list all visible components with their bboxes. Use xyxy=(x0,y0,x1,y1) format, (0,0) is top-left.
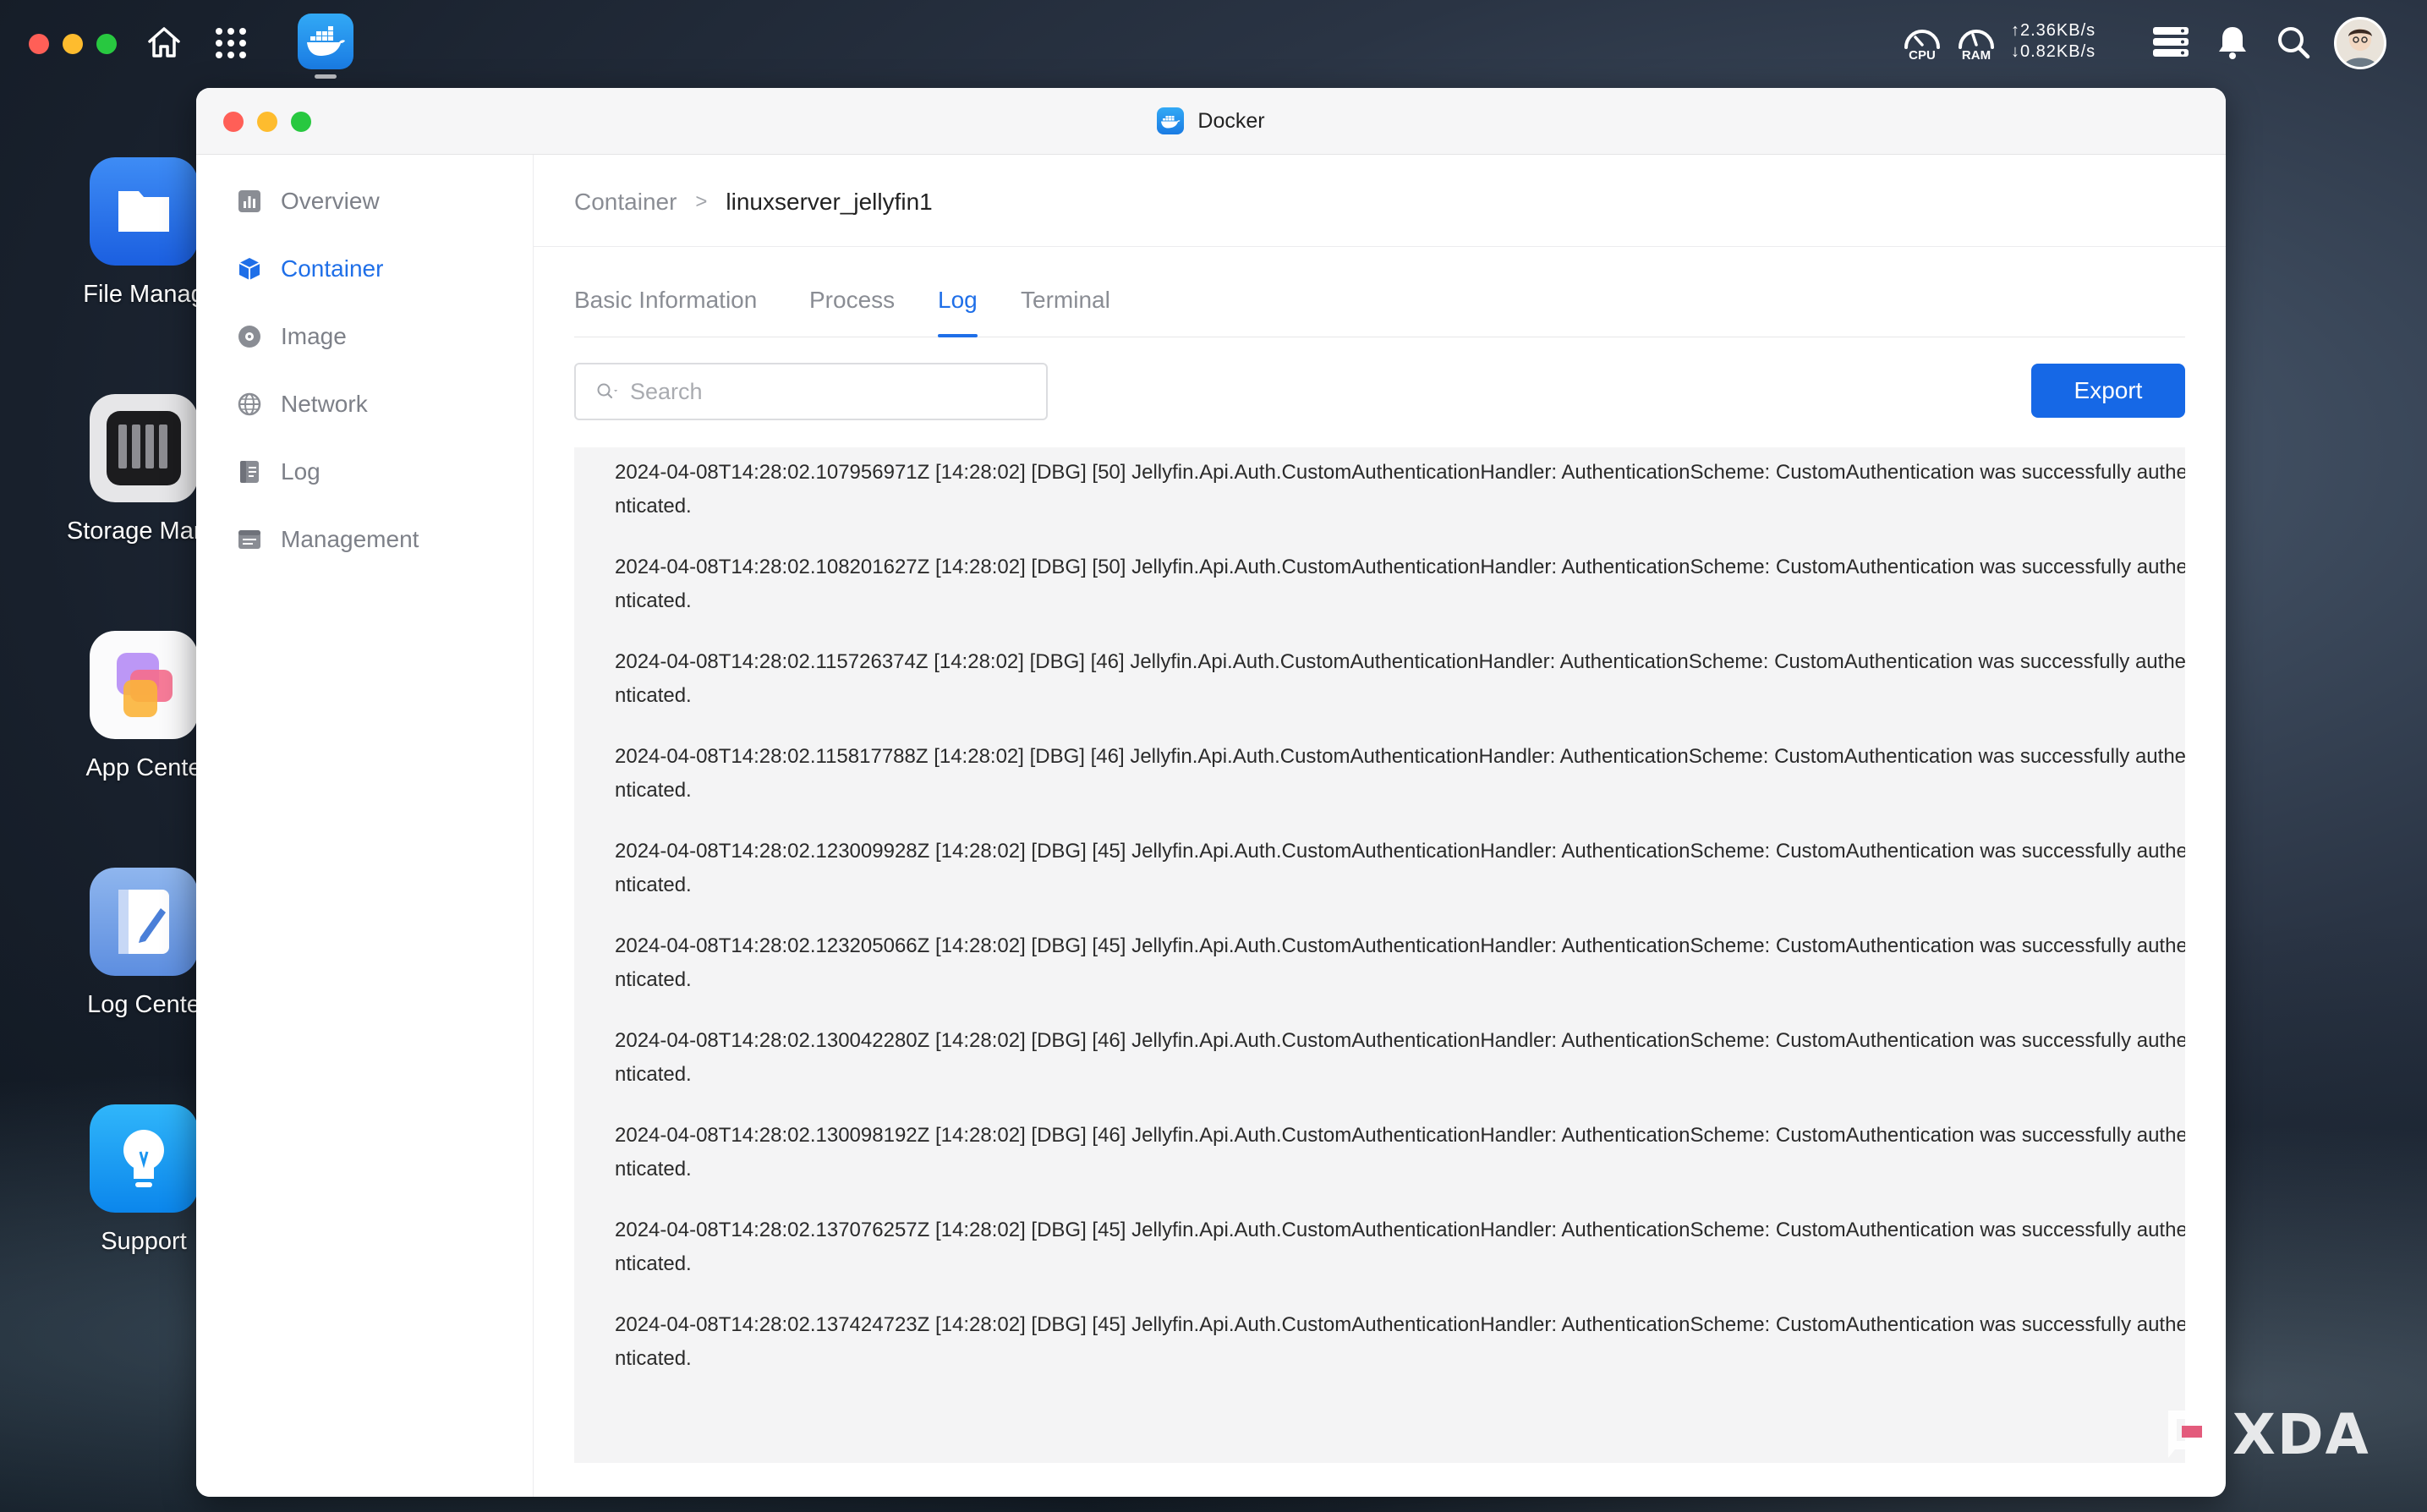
download-arrow-icon: ↓ xyxy=(2011,42,2020,61)
desktop-minimize-dot[interactable] xyxy=(63,34,83,54)
cube-icon xyxy=(237,256,262,282)
sidebar: Overview Container Image Network Log Man… xyxy=(196,155,534,1497)
ram-label: RAM xyxy=(1961,48,1991,63)
lightbulb-icon xyxy=(90,1104,198,1213)
log-entry: 2024-04-08T14:28:02.130098192Z [14:28:02… xyxy=(615,1124,2185,1181)
breadcrumb-parent[interactable]: Container xyxy=(574,189,677,216)
home-icon[interactable] xyxy=(142,20,186,64)
running-indicator xyxy=(315,74,337,79)
sidebar-item-overview[interactable]: Overview xyxy=(196,172,533,231)
breadcrumb: Container > linuxserver_jellyfin1 xyxy=(574,189,933,216)
log-entry: 2024-04-08T14:28:02.137424723Z [14:28:02… xyxy=(615,1313,2185,1370)
log-entry: 2024-04-08T14:28:02.115817788Z [14:28:02… xyxy=(615,745,2185,802)
xda-text: XDA xyxy=(2233,1401,2370,1467)
tab-bar: Basic Information Process Log Terminal xyxy=(574,271,2185,337)
sidebar-item-log[interactable]: Log xyxy=(196,442,533,501)
sidebar-item-container[interactable]: Container xyxy=(196,239,533,299)
desktop-close-dot[interactable] xyxy=(29,34,49,54)
xda-watermark: XDA xyxy=(2163,1402,2370,1467)
upload-speed: 2.36KB/s xyxy=(2020,21,2096,40)
tab-basic-information[interactable]: Basic Information xyxy=(574,271,757,337)
sidebar-item-image[interactable]: Image xyxy=(196,307,533,366)
log-entry: 2024-04-08T14:28:02.123009928Z [14:28:02… xyxy=(615,840,2185,896)
search-icon xyxy=(596,382,618,401)
cpu-gauge-icon[interactable]: CPU xyxy=(1901,22,1943,63)
bell-icon[interactable] xyxy=(2214,22,2251,63)
sidebar-item-label: Management xyxy=(281,526,419,552)
sidebar-item-label: Image xyxy=(281,323,347,349)
log-viewer[interactable]: 2024-04-08T14:28:02.107956971Z [14:28:02… xyxy=(574,447,2185,1463)
main-content: Container > linuxserver_jellyfin1 Basic … xyxy=(534,155,2226,1497)
stack-icon[interactable] xyxy=(2150,22,2192,63)
sidebar-item-network[interactable]: Network xyxy=(196,375,533,434)
sidebar-item-label: Network xyxy=(281,391,368,417)
log-entry: 2024-04-08T14:28:02.137076257Z [14:28:02… xyxy=(615,1219,2185,1275)
log-entry: 2024-04-08T14:28:02.123205066Z [14:28:02… xyxy=(615,934,2185,991)
search-icon[interactable] xyxy=(2273,22,2314,63)
log-entry: 2024-04-08T14:28:02.107956971Z [14:28:02… xyxy=(615,461,2185,518)
log-entry: 2024-04-08T14:28:02.115726374Z [14:28:02… xyxy=(615,650,2185,707)
docker-window: Docker Overview Container Image Network … xyxy=(196,88,2226,1497)
window-title-text: Docker xyxy=(1197,108,1265,133)
download-speed: 0.82KB/s xyxy=(2020,42,2096,61)
top-system-bar: CPU RAM ↑2.36KB/s ↓0.82KB/s xyxy=(0,0,2427,85)
folder-icon xyxy=(90,157,198,266)
user-avatar[interactable] xyxy=(2334,17,2386,69)
header-divider xyxy=(534,246,2226,247)
cpu-label: CPU xyxy=(1909,48,1936,63)
window-title: Docker xyxy=(196,88,2226,154)
sidebar-item-label: Overview xyxy=(281,188,380,214)
breadcrumb-separator: > xyxy=(695,190,708,213)
bar-chart-icon xyxy=(237,189,262,214)
storage-icon xyxy=(90,394,198,502)
app-center-icon xyxy=(90,631,198,739)
window-titlebar[interactable]: Docker xyxy=(196,88,2226,155)
search-box[interactable] xyxy=(574,363,1048,420)
desktop-zoom-dot[interactable] xyxy=(96,34,117,54)
management-icon xyxy=(237,527,262,552)
log-entry: 2024-04-08T14:28:02.130042280Z [14:28:02… xyxy=(615,1029,2185,1086)
xda-logo-icon xyxy=(2168,1411,2217,1458)
docker-icon[interactable] xyxy=(298,14,353,69)
globe-icon xyxy=(237,392,262,417)
grid-icon[interactable] xyxy=(210,22,252,64)
tab-process[interactable]: Process xyxy=(809,271,895,337)
export-button[interactable]: Export xyxy=(2031,364,2185,418)
sidebar-item-label: Container xyxy=(281,255,384,282)
log-center-icon xyxy=(90,868,198,976)
breadcrumb-current: linuxserver_jellyfin1 xyxy=(726,189,933,215)
tab-terminal[interactable]: Terminal xyxy=(1021,271,1110,337)
sidebar-item-label: Log xyxy=(281,458,320,485)
log-entry: 2024-04-08T14:28:02.108201627Z [14:28:02… xyxy=(615,556,2185,612)
search-input[interactable] xyxy=(628,377,1029,406)
sidebar-item-management[interactable]: Management xyxy=(196,510,533,569)
upload-arrow-icon: ↑ xyxy=(2011,21,2020,40)
network-speed: ↑2.36KB/s ↓0.82KB/s xyxy=(2011,20,2096,63)
tab-log[interactable]: Log xyxy=(938,271,978,337)
document-icon xyxy=(237,459,262,485)
docker-icon xyxy=(1157,107,1185,134)
ram-gauge-icon[interactable]: RAM xyxy=(1955,22,1997,63)
disc-icon xyxy=(237,324,262,349)
